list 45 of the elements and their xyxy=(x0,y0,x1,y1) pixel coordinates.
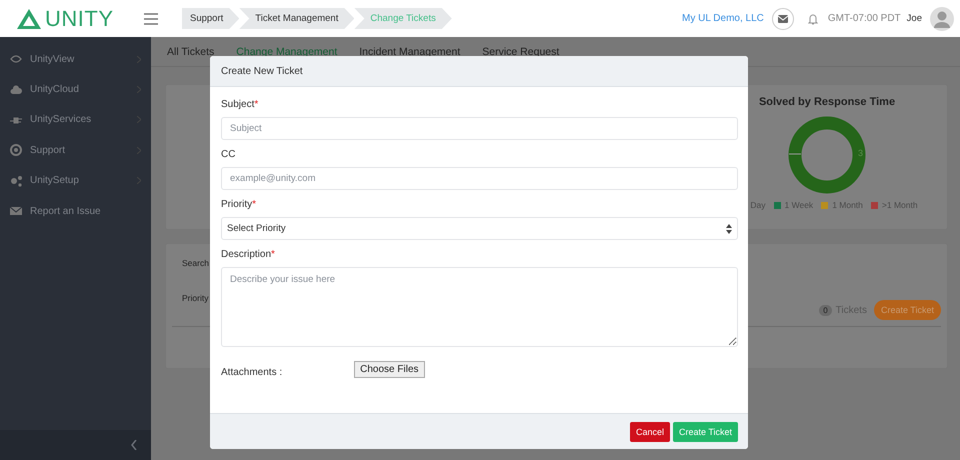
mail-button[interactable] xyxy=(772,8,794,30)
tab[interactable]: All Tickets xyxy=(167,46,214,66)
gears-icon xyxy=(10,174,22,187)
dialog-title: Create New Ticket xyxy=(221,66,303,76)
sidebar-item[interactable]: UnityCloud xyxy=(0,74,151,105)
sidebar-item[interactable]: Report an Issue xyxy=(0,196,151,226)
choose-files-button[interactable]: Choose Files xyxy=(354,361,424,378)
sidebar-item[interactable]: UnityServices xyxy=(0,104,151,136)
count-badge: 0 xyxy=(819,304,832,316)
lifebuoy-icon xyxy=(10,144,22,156)
breadcrumb-item[interactable]: Change Tickets xyxy=(354,8,452,29)
timezone-text: GMT-07:00 PDT xyxy=(828,13,901,24)
eye-icon xyxy=(10,53,22,66)
sidebar-item[interactable]: UnityView xyxy=(0,44,151,74)
sidebar-item[interactable]: Support xyxy=(0,135,151,166)
field-label: Description* xyxy=(221,249,275,260)
cancel-button[interactable]: Cancel xyxy=(630,422,670,442)
input-field[interactable]: Subject xyxy=(221,117,738,140)
description-field[interactable]: Describe your issue here xyxy=(221,267,738,347)
user-name[interactable]: Joe xyxy=(906,13,922,24)
filter-label: Priority xyxy=(182,293,209,303)
input-field[interactable]: example@unity.com xyxy=(221,167,738,190)
chart-title: Solved by Response Time xyxy=(758,96,896,108)
bell-icon[interactable] xyxy=(808,12,818,24)
envelope-icon xyxy=(10,205,22,218)
sort-arrows-icon xyxy=(726,224,732,234)
menu-icon[interactable] xyxy=(144,12,158,24)
field-label: Subject* xyxy=(221,99,258,110)
avatar-icon[interactable] xyxy=(930,6,954,30)
collapse-icon[interactable] xyxy=(131,440,137,450)
breadcrumb-item[interactable]: Ticket Management xyxy=(239,8,354,29)
priority-select[interactable]: Select Priority xyxy=(221,217,738,240)
create-ticket-button[interactable]: Create Ticket xyxy=(874,300,941,320)
submit-button[interactable]: Create Ticket xyxy=(672,422,738,442)
envelope-icon xyxy=(778,14,788,22)
filter-label: Search xyxy=(182,258,209,268)
field-label: Priority* xyxy=(221,199,256,210)
breadcrumb-item[interactable]: Support xyxy=(182,8,240,29)
logo-icon xyxy=(16,8,42,30)
logo-text: UNITY xyxy=(45,6,114,32)
sidebar-item[interactable]: UnitySetup xyxy=(0,166,151,196)
field-label: Attachments : xyxy=(221,367,282,378)
company-link[interactable]: My UL Demo, LLC xyxy=(682,13,764,24)
cloud-icon xyxy=(10,84,22,96)
field-label: CC xyxy=(221,149,236,160)
